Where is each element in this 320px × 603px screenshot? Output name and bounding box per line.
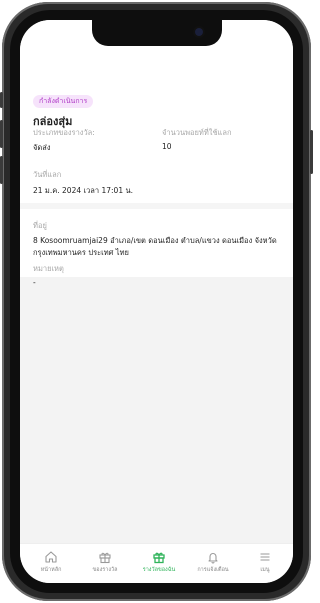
tab-my-rewards[interactable]: รางวัลของฉัน (132, 550, 186, 574)
points-label: จำนวนพอยท์ที่ใช้แลก (162, 128, 232, 137)
section-divider (20, 203, 293, 209)
side-button-volume-up (0, 120, 3, 148)
tab-my-rewards-label: รางวัลของฉัน (142, 567, 176, 573)
side-button-silent (0, 92, 3, 108)
tab-rewards-label: ของรางวัล (92, 567, 118, 573)
side-button-volume-down (0, 156, 3, 184)
redeem-date-value: 21 ม.ค. 2024 เวลา 17:01 น. (33, 186, 133, 195)
front-camera (195, 28, 203, 36)
note-value: - (33, 278, 36, 287)
side-button-power (310, 130, 313, 174)
tab-notifications[interactable]: การแจ้งเตือน (186, 550, 240, 574)
home-icon (45, 551, 57, 563)
camera-notch (92, 20, 222, 46)
tab-home[interactable]: หน้าหลัก (24, 550, 78, 574)
redeem-date-label: วันที่แลก (33, 170, 62, 179)
points-value: 10 (162, 142, 172, 151)
status-badge: กำลังดำเนินการ (33, 95, 94, 108)
address-value: 8 Kosoomruamjai29 อำเภอ/เขต ดอนเมือง ตำบ… (33, 236, 277, 257)
tab-menu[interactable]: เมนู (238, 550, 292, 574)
bell-icon (208, 553, 218, 564)
tab-home-label: หน้าหลัก (40, 567, 62, 573)
my-reward-icon (153, 552, 165, 564)
menu-icon (260, 553, 270, 561)
reward-type-label: ประเภทของรางวัล: (33, 128, 95, 137)
gift-icon (99, 552, 111, 564)
reward-type-value: จัดส่ง (33, 143, 51, 152)
tab-notifications-label: การแจ้งเตือน (197, 567, 229, 573)
phone-screen: กำลังดำเนินการ กล่องสุ่ม ประเภทของรางวัล… (20, 20, 293, 583)
reward-detail-card: กำลังดำเนินการ กล่องสุ่ม ประเภทของรางวัล… (20, 20, 293, 287)
bottom-tab-bar: หน้าหลัก ของรางวัล รางวัลของฉัน การแจ้งเ… (20, 543, 293, 583)
address-label: ที่อยู่ (33, 221, 47, 230)
tab-menu-label: เมนู (260, 567, 270, 573)
tab-rewards[interactable]: ของรางวัล (78, 550, 132, 574)
note-label: หมายเหตุ (33, 264, 64, 273)
